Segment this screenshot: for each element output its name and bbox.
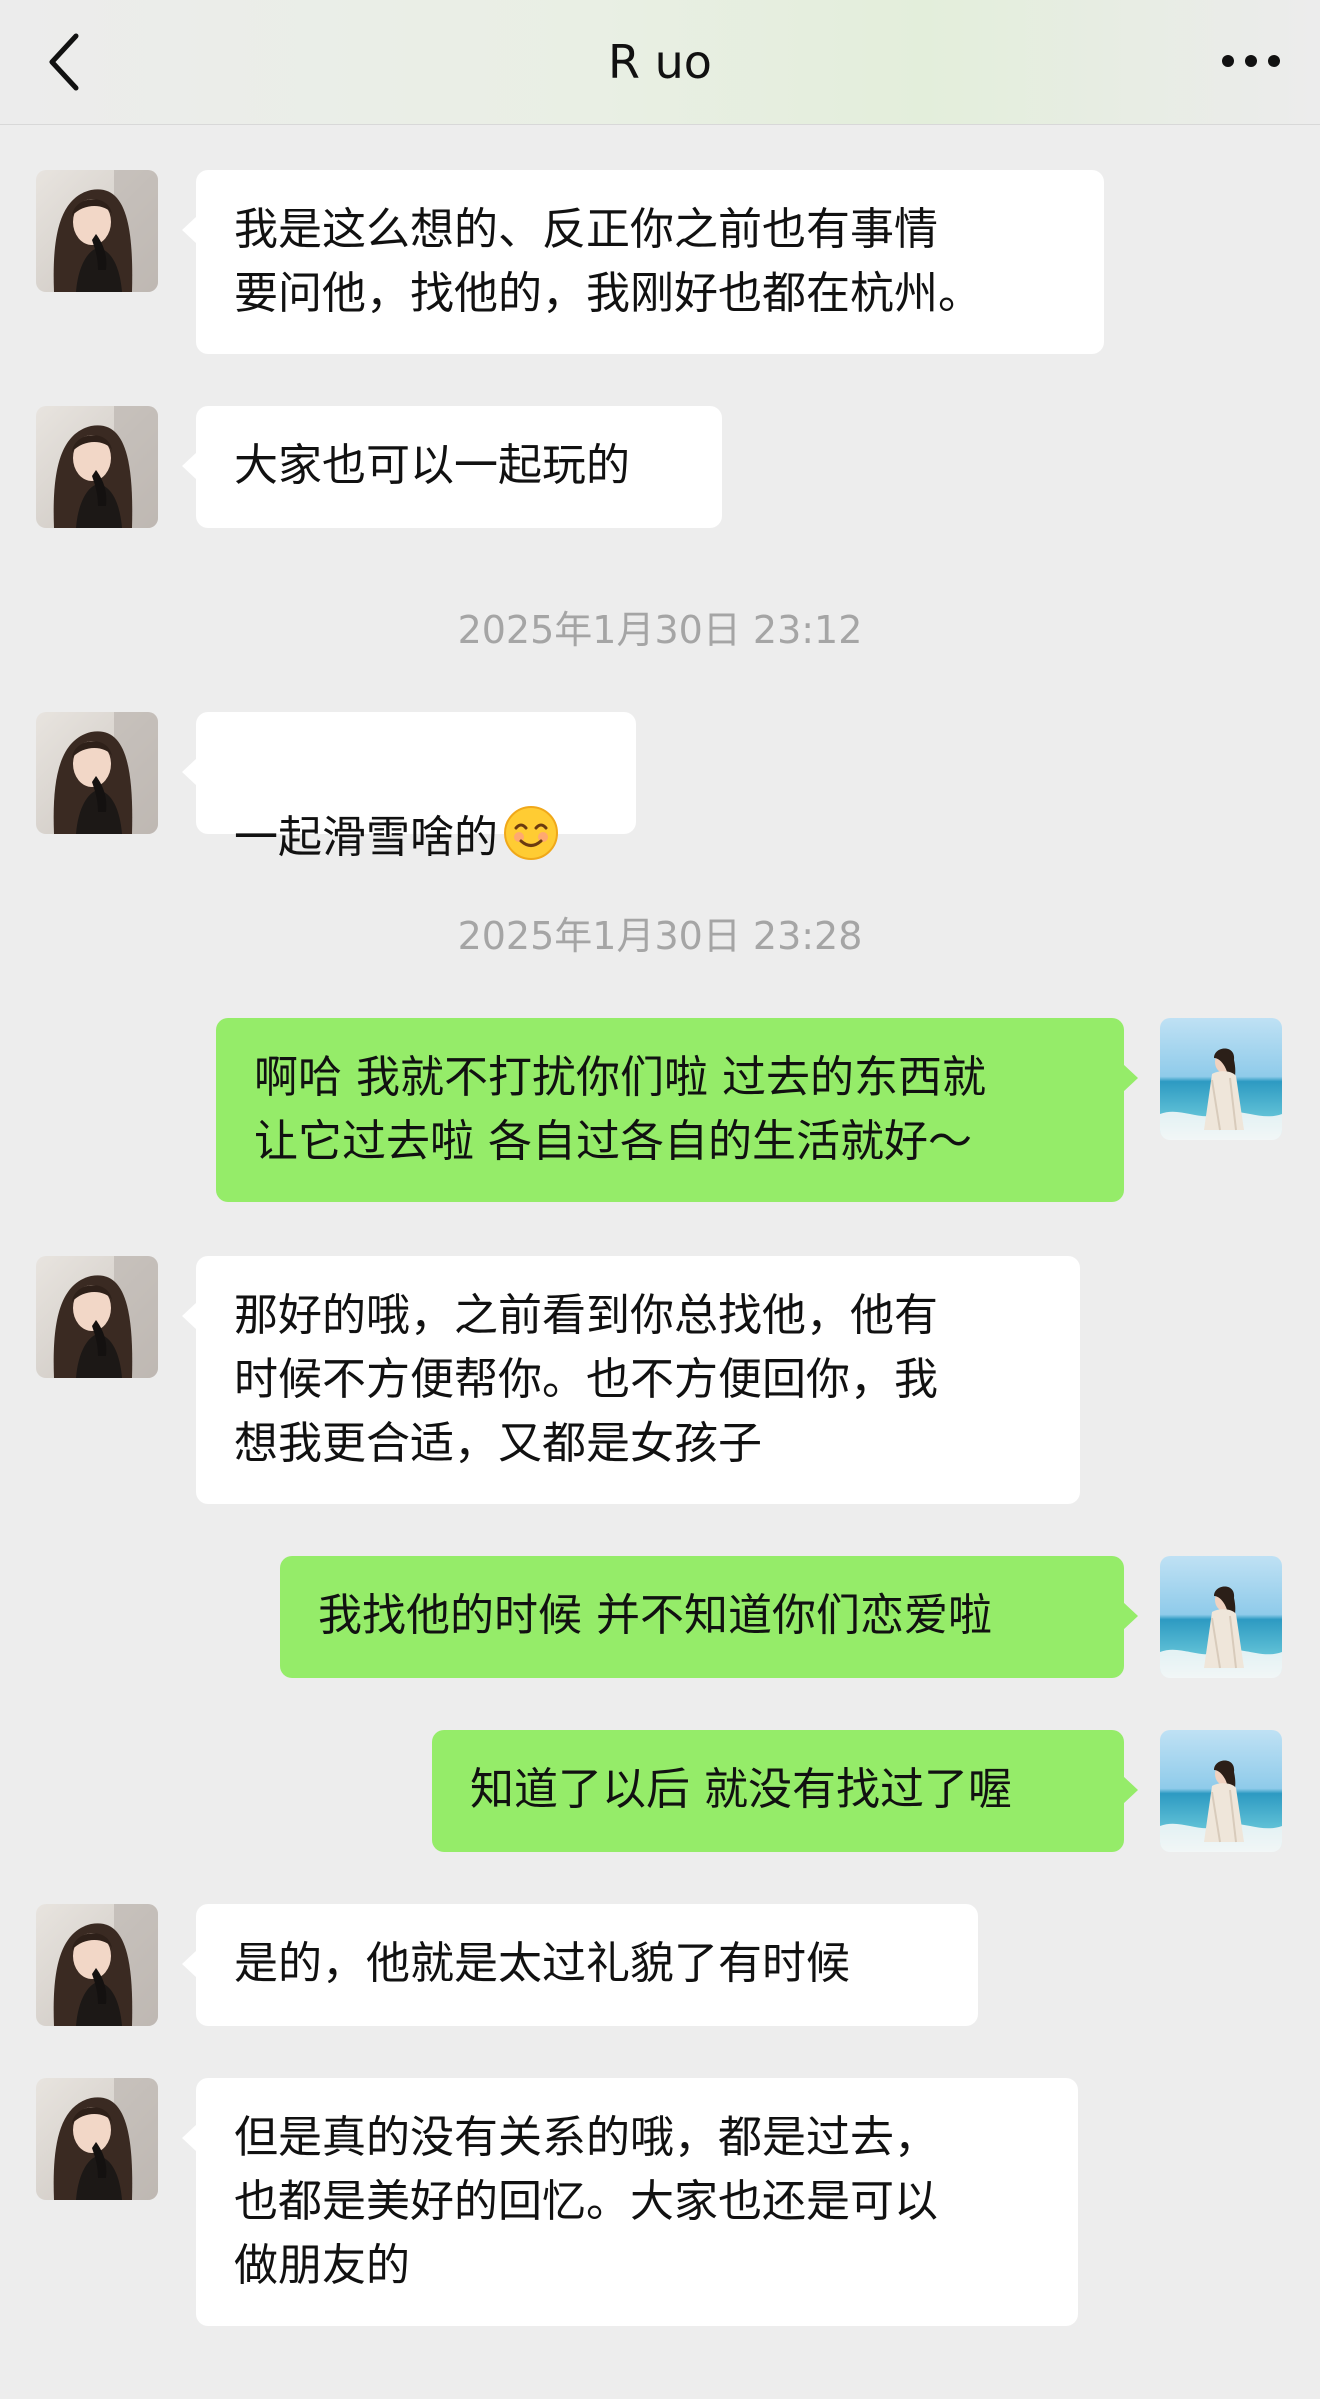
more-dots-icon [1222, 55, 1280, 67]
chat-title: R uo [608, 35, 712, 89]
smiling-face-emoji [504, 806, 558, 860]
incoming-message-bubble[interactable]: 大家也可以一起玩的 [182, 406, 722, 528]
my-avatar[interactable] [1160, 1556, 1282, 1678]
message-timestamp: 2025年1月30日 23:12 [457, 608, 863, 652]
my-avatar[interactable] [1160, 1018, 1282, 1140]
contact-avatar[interactable] [36, 712, 158, 834]
back-button[interactable] [36, 22, 96, 102]
contact-avatar[interactable] [36, 1904, 158, 2026]
chat-header: R uo [0, 0, 1320, 125]
message-text: 一起滑雪啥的 [234, 812, 498, 863]
incoming-message-bubble[interactable]: 那好的哦，之前看到你总找他，他有 时候不方便帮你。也不方便回你，我 想我更合适，… [182, 1256, 1080, 1504]
more-options-button[interactable] [1216, 36, 1286, 86]
chevron-left-icon [49, 33, 79, 91]
outgoing-message-bubble[interactable]: 啊哈 我就不打扰你们啦 过去的东西就 让它过去啦 各自过各自的生活就好～ [216, 1018, 1138, 1202]
my-avatar[interactable] [1160, 1730, 1282, 1852]
outgoing-message-bubble[interactable]: 我找他的时候 并不知道你们恋爱啦 [280, 1556, 1138, 1678]
incoming-message-bubble[interactable]: 是的，他就是太过礼貌了有时候 [182, 1904, 978, 2026]
contact-avatar[interactable] [36, 2078, 158, 2200]
outgoing-message-bubble[interactable]: 知道了以后 就没有找过了喔 [432, 1730, 1138, 1852]
contact-avatar[interactable] [36, 1256, 158, 1378]
contact-avatar[interactable] [36, 406, 158, 528]
contact-avatar[interactable] [36, 170, 158, 292]
incoming-message-bubble[interactable]: 一起滑雪啥的 [182, 712, 636, 863]
incoming-message-bubble[interactable]: 我是这么想的、反正你之前也有事情 要问他，找他的，我刚好也都在杭州。 [182, 170, 1104, 354]
incoming-message-bubble[interactable]: 但是真的没有关系的哦，都是过去， 也都是美好的回忆。大家也还是可以 做朋友的 [182, 2078, 1078, 2326]
message-timestamp: 2025年1月30日 23:28 [457, 914, 863, 958]
